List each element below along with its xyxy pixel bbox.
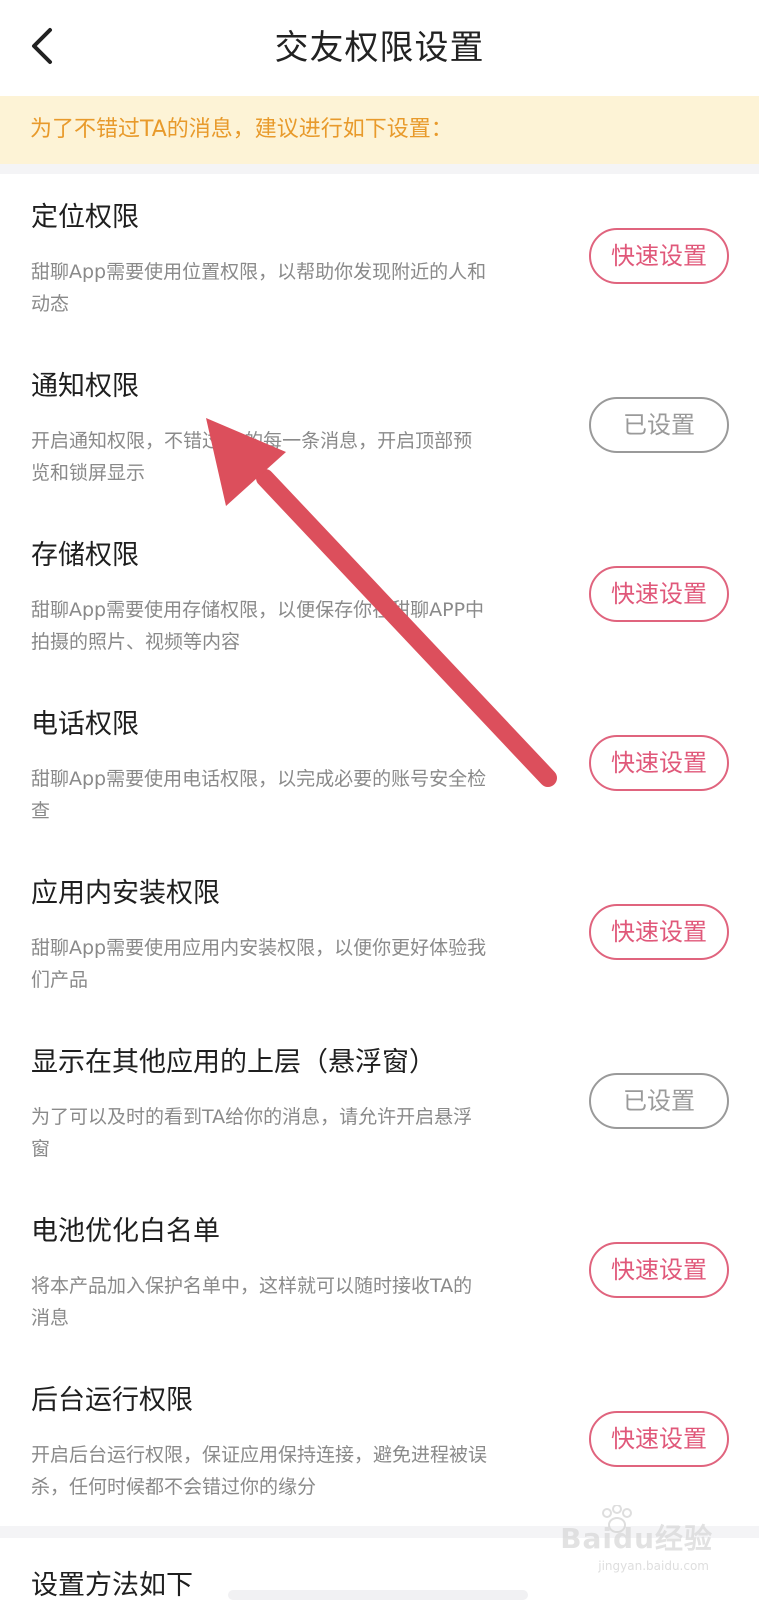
already-set-button[interactable]: 已设置 bbox=[589, 1073, 729, 1129]
top-bar: 交友权限设置 bbox=[0, 0, 759, 96]
permission-title: 存储权限 bbox=[31, 540, 139, 571]
permission-title: 应用内安装权限 bbox=[31, 878, 220, 909]
permission-description: 开启后台运行权限，保证应用保持连接，避免进程被误杀，任何时候都不会错过你的缘分 bbox=[31, 1444, 488, 1498]
already-set-button[interactable]: 已设置 bbox=[589, 397, 729, 453]
permission-settings-page: 交友权限设置 为了不错过TA的消息，建议进行如下设置： 定位权限 甜聊App需要… bbox=[0, 0, 759, 1600]
placeholder-bar bbox=[228, 1590, 528, 1600]
permission-description: 将本产品加入保护名单中，这样就可以随时接收TA的消息 bbox=[31, 1275, 473, 1329]
quick-setup-button[interactable]: 快速设置 bbox=[589, 735, 729, 791]
divider bbox=[0, 1526, 759, 1538]
permission-item-overlay: 显示在其他应用的上层（悬浮窗） 为了可以及时的看到TA给你的消息，请允许开启悬浮… bbox=[0, 1019, 759, 1188]
permission-item-storage: 存储权限 甜聊App需要使用存储权限，以便保存你在甜聊APP中拍摄的照片、视频等… bbox=[0, 512, 759, 681]
permission-title: 电池优化白名单 bbox=[31, 1216, 220, 1247]
permission-item-phone: 电话权限 甜聊App需要使用电话权限，以完成必要的账号安全检查 快速设置 bbox=[0, 681, 759, 850]
permission-description: 开启通知权限，不错过TA的每一条消息，开启顶部预览和锁屏显示 bbox=[31, 430, 473, 484]
notice-banner: 为了不错过TA的消息，建议进行如下设置： bbox=[0, 96, 759, 164]
permission-description: 甜聊App需要使用位置权限，以帮助你发现附近的人和动态 bbox=[31, 261, 487, 315]
divider bbox=[0, 164, 759, 174]
section-title: 设置方法如下 bbox=[31, 1570, 193, 1600]
quick-setup-button[interactable]: 快速设置 bbox=[589, 1411, 729, 1467]
permission-description: 甜聊App需要使用存储权限，以便保存你在甜聊APP中拍摄的照片、视频等内容 bbox=[31, 599, 485, 653]
quick-setup-button[interactable]: 快速设置 bbox=[589, 904, 729, 960]
permission-title: 显示在其他应用的上层（悬浮窗） bbox=[31, 1047, 436, 1078]
quick-setup-button[interactable]: 快速设置 bbox=[589, 228, 729, 284]
quick-setup-button[interactable]: 快速设置 bbox=[589, 1242, 729, 1298]
permission-item-install: 应用内安装权限 甜聊App需要使用应用内安装权限，以便你更好体验我们产品 快速设… bbox=[0, 850, 759, 1019]
quick-setup-button[interactable]: 快速设置 bbox=[589, 566, 729, 622]
page-title: 交友权限设置 bbox=[274, 28, 485, 68]
permission-title: 定位权限 bbox=[31, 202, 139, 233]
permission-title: 电话权限 bbox=[31, 709, 139, 740]
permission-item-background: 后台运行权限 开启后台运行权限，保证应用保持连接，避免进程被误杀，任何时候都不会… bbox=[0, 1357, 759, 1526]
permission-title: 通知权限 bbox=[31, 371, 139, 402]
permission-description: 为了可以及时的看到TA给你的消息，请允许开启悬浮窗 bbox=[31, 1106, 473, 1160]
permission-item-notification: 通知权限 开启通知权限，不错过TA的每一条消息，开启顶部预览和锁屏显示 已设置 bbox=[0, 343, 759, 512]
notice-text: 为了不错过TA的消息，建议进行如下设置： bbox=[30, 117, 453, 142]
permission-description: 甜聊App需要使用应用内安装权限，以便你更好体验我们产品 bbox=[31, 937, 487, 991]
permission-title: 后台运行权限 bbox=[31, 1385, 193, 1416]
permission-item-location: 定位权限 甜聊App需要使用位置权限，以帮助你发现附近的人和动态 快速设置 bbox=[0, 174, 759, 343]
permission-item-battery: 电池优化白名单 将本产品加入保护名单中，这样就可以随时接收TA的消息 快速设置 bbox=[0, 1188, 759, 1357]
watermark-url: jingyan.baidu.com bbox=[598, 1559, 709, 1573]
permission-list: 定位权限 甜聊App需要使用位置权限，以帮助你发现附近的人和动态 快速设置 通知… bbox=[0, 174, 759, 1526]
permission-description: 甜聊App需要使用电话权限，以完成必要的账号安全检查 bbox=[31, 768, 487, 822]
